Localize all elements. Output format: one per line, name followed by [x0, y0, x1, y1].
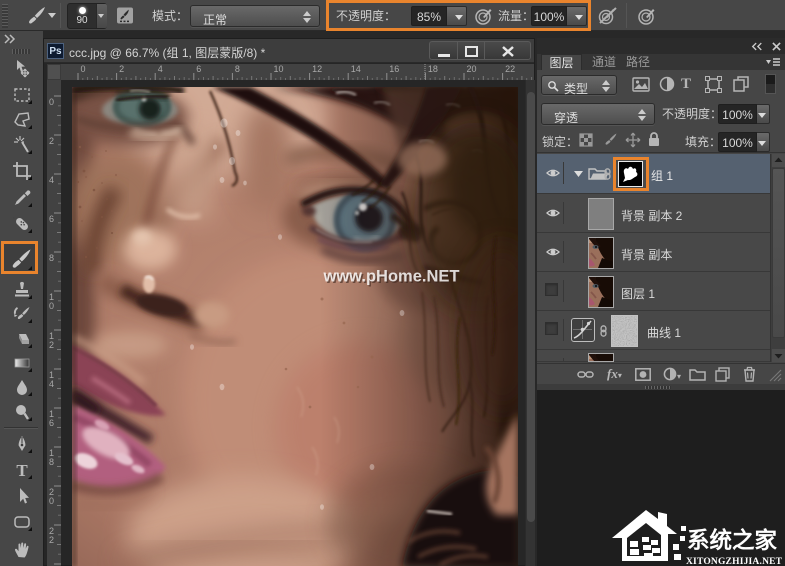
svg-text:0: 0 [81, 64, 86, 74]
svg-text:12: 12 [312, 64, 322, 74]
svg-text:0: 0 [49, 496, 54, 506]
svg-text:2: 2 [49, 136, 54, 146]
svg-text:14: 14 [351, 64, 361, 74]
svg-text:8: 8 [49, 457, 54, 467]
svg-text:22: 22 [505, 64, 515, 74]
svg-text:0: 0 [49, 97, 54, 107]
svg-text:2: 2 [49, 340, 54, 350]
svg-text:6: 6 [49, 214, 54, 224]
svg-text:www.pHome.NET: www.pHome.NET [323, 268, 460, 286]
svg-text:T: T [16, 461, 28, 480]
svg-text:2: 2 [119, 64, 124, 74]
svg-text:8: 8 [49, 253, 54, 263]
svg-text:6: 6 [196, 64, 201, 74]
svg-text:16: 16 [389, 64, 399, 74]
svg-text:8: 8 [235, 64, 240, 74]
svg-text:10: 10 [274, 64, 284, 74]
svg-text:20: 20 [467, 64, 477, 74]
svg-text:0: 0 [49, 301, 54, 311]
svg-text:XITONGZHIJIA.NET: XITONGZHIJIA.NET [686, 557, 783, 566]
svg-text:系统之家: 系统之家 [687, 527, 778, 553]
svg-text:4: 4 [158, 64, 163, 74]
svg-text:6: 6 [49, 418, 54, 428]
svg-text:4: 4 [49, 175, 54, 185]
svg-text:4: 4 [49, 379, 54, 389]
svg-text:18: 18 [428, 64, 438, 74]
svg-text:2: 2 [49, 535, 54, 545]
